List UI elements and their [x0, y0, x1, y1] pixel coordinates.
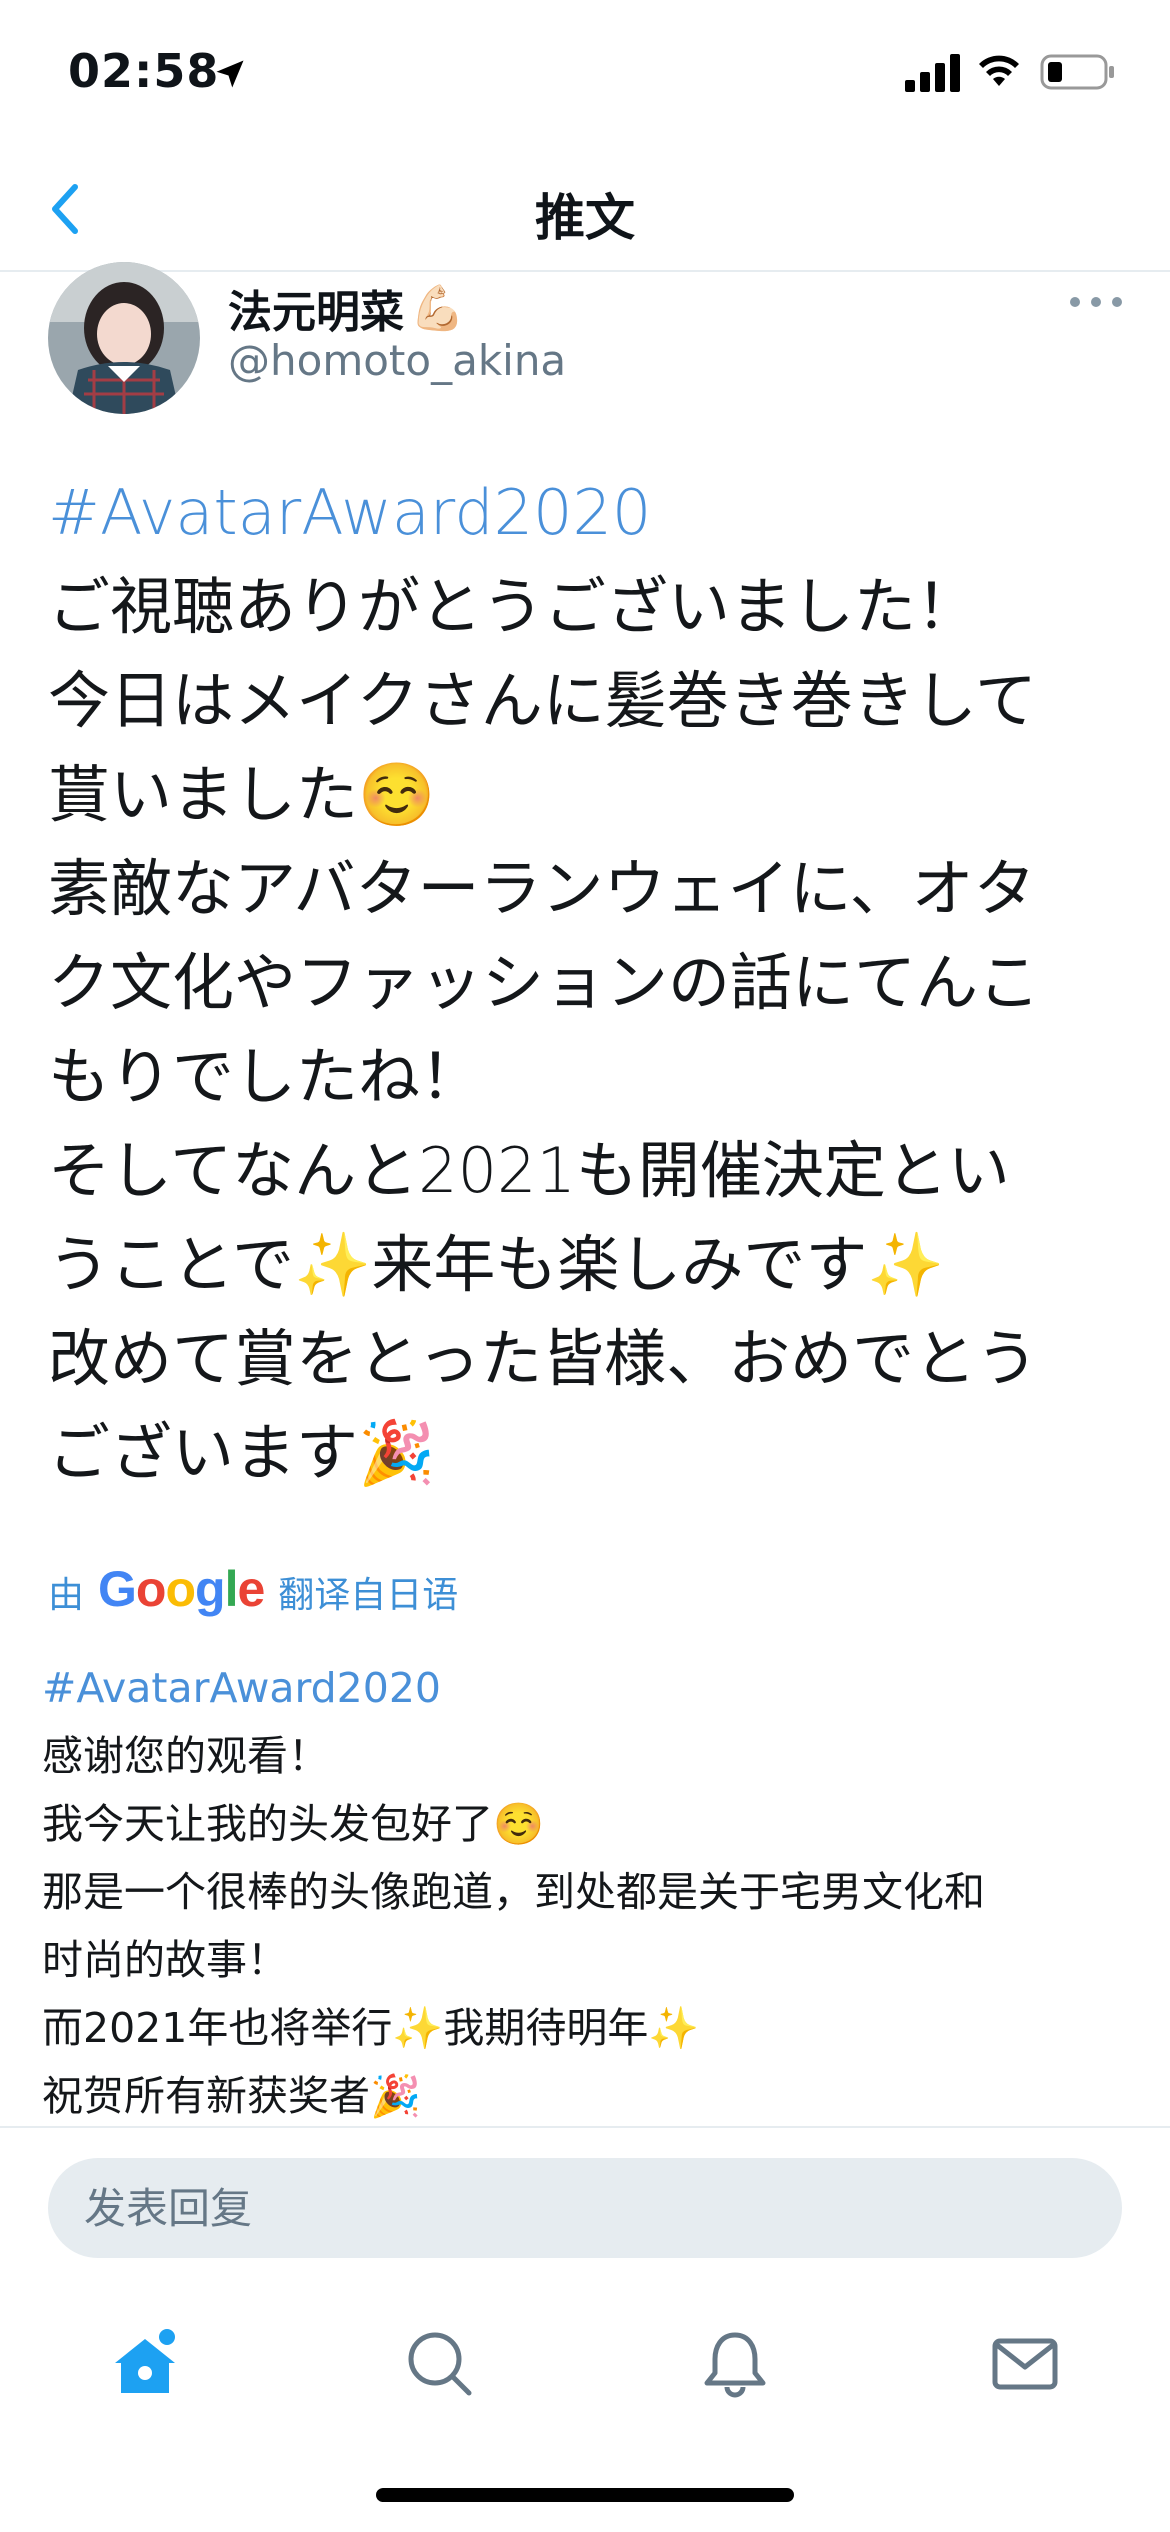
hashtag-link[interactable]: #AvatarAward2020 [42, 1654, 1142, 1722]
google-logo: Google [98, 1561, 265, 1617]
translated-line: 时尚的故事！ [42, 1936, 288, 1984]
bell-icon [704, 2332, 766, 2398]
status-bar: 02:58 [0, 0, 1170, 150]
reply-input[interactable] [48, 2158, 1122, 2258]
tweet-line: 素敵なアバターランウェイに、オタ [48, 852, 1036, 925]
mail-icon [992, 2338, 1058, 2390]
tweet-line: そしてなんと2021も開催決定とい [48, 1134, 1010, 1207]
translated-line: 感谢您的观看！ [42, 1732, 329, 1780]
more-options-button[interactable] [1070, 286, 1122, 318]
battery-icon [1040, 54, 1114, 90]
translate-suffix: 翻译自日语 [278, 1575, 459, 1616]
translation-attribution[interactable]: 由 Google 翻译自日语 [48, 1560, 458, 1624]
translated-line: 祝贺所有新获奖者🎉 [42, 2072, 422, 2120]
page-title: 推文 [535, 189, 635, 247]
tweet-line: 今日はメイクさんに髪巻き巻きして [48, 664, 1037, 737]
status-time: 02:58 [68, 44, 220, 98]
hashtag-link[interactable]: #AvatarAward2020 [48, 466, 1138, 560]
wifi-icon [979, 55, 1019, 86]
home-icon [115, 2329, 175, 2393]
signal-icon [905, 54, 960, 92]
translated-line: 我今天让我的头发包好了☺️ [42, 1800, 545, 1848]
translated-line: 而2021年也将举行✨我期待明年✨ [42, 2004, 700, 2052]
search-icon [408, 2332, 472, 2396]
author-name-text: 法元明菜 [228, 287, 404, 338]
dot-icon [1070, 297, 1080, 307]
tweet-line: 貰いました☺️ [48, 758, 436, 831]
nav-bar: 推文 [0, 150, 1170, 272]
tab-search[interactable] [394, 2318, 484, 2408]
avatar-image [48, 262, 200, 414]
author-name[interactable]: 法元明菜 💪🏻 [228, 276, 465, 340]
tweet-line: もりでしたね！ [48, 1040, 483, 1113]
flexed-biceps-emoji: 💪🏻 [410, 283, 465, 334]
location-arrow-icon [216, 60, 244, 88]
tab-home[interactable] [100, 2318, 190, 2408]
dot-icon [1091, 297, 1101, 307]
home-indicator[interactable] [376, 2488, 794, 2502]
author-handle[interactable]: @homoto_akina [228, 336, 566, 385]
tweet-line: うことで✨来年も楽しみです✨ [48, 1228, 945, 1301]
tweet-text: #AvatarAward2020 ご視聴ありがとうございました！ 今日はメイクさ… [48, 466, 1138, 1500]
tab-bar [0, 2290, 1170, 2440]
tweet-line: ございます🎉 [48, 1416, 436, 1489]
tweet-line: 改めて賞をとった皆様、おめでとう [48, 1322, 1039, 1395]
tab-notifications[interactable] [690, 2318, 780, 2408]
dot-icon [1112, 297, 1122, 307]
translated-line: 那是一个很棒的头像跑道，到处都是关于宅男文化和 [42, 1868, 985, 1916]
avatar[interactable] [48, 262, 200, 414]
translate-prefix: 由 [48, 1575, 85, 1616]
reply-composer [0, 2126, 1170, 2276]
tab-messages[interactable] [980, 2318, 1070, 2408]
translated-text: #AvatarAward2020 感谢您的观看！ 我今天让我的头发包好了☺️ 那… [42, 1654, 1142, 2130]
tweet-line: ク文化やファッションの話にてんこ [48, 946, 1041, 1019]
tweet-line: ご視聴ありがとうございました！ [48, 570, 979, 643]
